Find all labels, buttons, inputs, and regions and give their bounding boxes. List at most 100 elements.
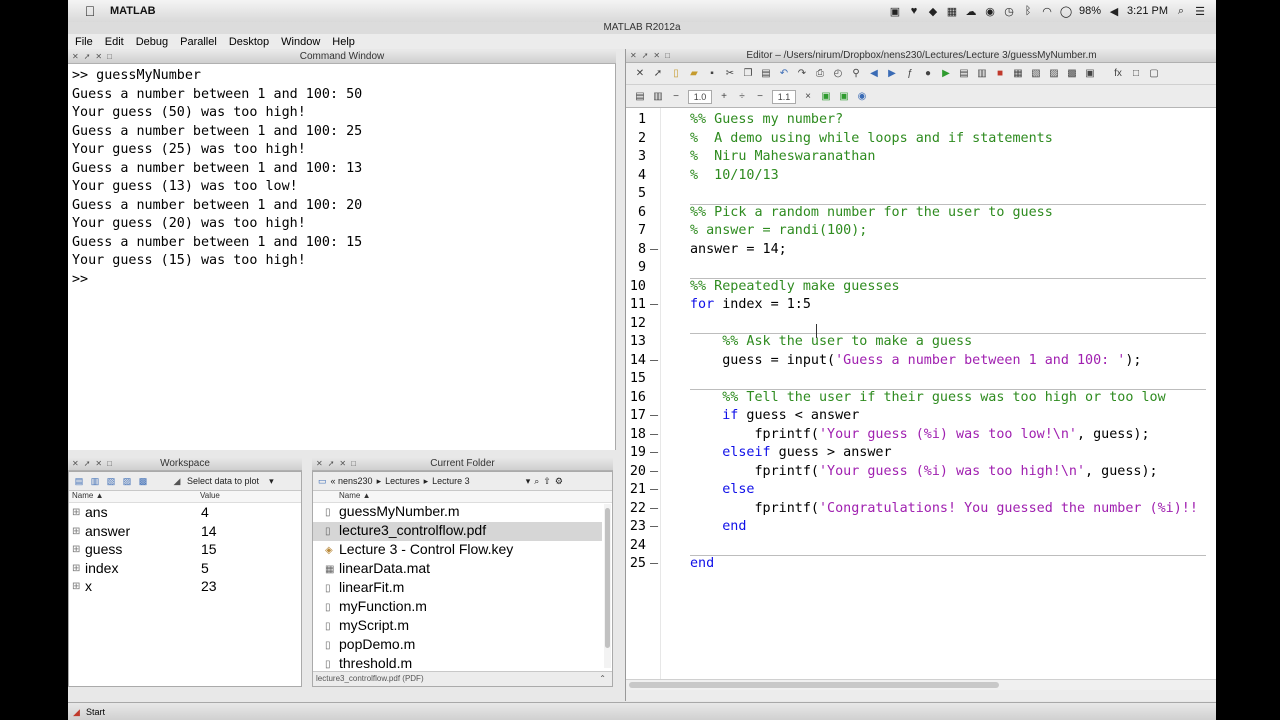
layout-icon[interactable]: ▧ (1030, 68, 1042, 80)
find-icon[interactable]: ⚲ (850, 68, 862, 80)
minus-icon[interactable]: − (754, 91, 766, 103)
breadcrumb-item[interactable]: Lectures (385, 476, 420, 486)
col-name[interactable]: Name ▲ (339, 491, 370, 500)
layout-icon[interactable]: ▩ (1066, 68, 1078, 80)
heart-icon[interactable]: ♥ (908, 5, 920, 17)
breakpoint-marker[interactable]: – (650, 555, 660, 574)
eval-cell-icon[interactable]: ▣ (820, 91, 832, 103)
app-name[interactable]: MATLAB (110, 5, 156, 17)
col-value[interactable]: Value (200, 491, 220, 500)
horizontal-scrollbar[interactable] (626, 679, 1216, 690)
wifi-icon[interactable]: ◠ (1041, 5, 1053, 18)
chevron-up-icon[interactable]: ⌃ (599, 672, 606, 686)
menu-file[interactable]: File (75, 36, 93, 48)
table-row[interactable]: ⊞ x 23 (69, 578, 301, 597)
code-line[interactable]: 23– end (626, 518, 1216, 537)
breakpoint-marker[interactable]: – (650, 500, 660, 519)
code-line[interactable]: 19– elseif guess > answer (626, 444, 1216, 463)
code-line[interactable]: 4 % 10/10/13 (626, 167, 1216, 186)
breakpoint-marker[interactable]: – (650, 241, 660, 260)
code-line[interactable]: 20– fprintf('Your guess (%i) was too hig… (626, 463, 1216, 482)
menu-window[interactable]: Window (281, 36, 320, 48)
open-variable-icon[interactable]: ▥ (89, 475, 101, 487)
paste-icon[interactable]: ▤ (760, 68, 772, 80)
list-item[interactable]: ▦ linearData.mat (313, 560, 602, 579)
breakpoint-marker[interactable]: – (650, 352, 660, 371)
scale-field[interactable]: 1.1 (772, 89, 796, 104)
command-window[interactable]: >> guessMyNumber Guess a number between … (68, 64, 616, 450)
window-icon[interactable]: □ (1130, 68, 1142, 80)
delete-icon[interactable]: ▩ (137, 475, 149, 487)
volume-icon[interactable]: ◀ (1108, 5, 1120, 18)
code-line[interactable]: 16 %% Tell the user if their guess was t… (626, 388, 1216, 408)
menu-edit[interactable]: Edit (105, 36, 124, 48)
code-line[interactable]: 5 (626, 185, 1216, 204)
code-line[interactable]: 9 (626, 259, 1216, 278)
table-row[interactable]: ⊞ answer 14 (69, 523, 301, 542)
scrollbar-thumb[interactable] (629, 682, 999, 688)
up-folder-icon[interactable]: ⇧ (543, 476, 551, 487)
list-item[interactable]: ▯ linearFit.m (313, 579, 602, 598)
breakpoint-marker[interactable]: – (650, 481, 660, 500)
breadcrumb-item[interactable]: Lecture 3 (432, 476, 470, 486)
breakpoint-marker[interactable]: – (650, 463, 660, 482)
breakpoint-marker[interactable]: – (650, 296, 660, 315)
undo-icon[interactable]: ↶ (778, 68, 790, 80)
list-item[interactable]: ▯ myScript.m (313, 617, 602, 636)
layout-icon[interactable]: ▨ (1048, 68, 1060, 80)
save-icon[interactable]: ▪ (706, 68, 718, 80)
new-variable-icon[interactable]: ▤ (73, 475, 85, 487)
table-row[interactable]: ⊞ guess 15 (69, 541, 301, 560)
arrow-icon[interactable]: ➚ (652, 68, 664, 80)
apple-icon[interactable]:  (82, 3, 98, 19)
code-line[interactable]: 1 %% Guess my number? (626, 111, 1216, 130)
command-prompt[interactable]: >> (72, 271, 615, 290)
toggle-icon[interactable]: ◯ (1060, 5, 1072, 18)
run-icon[interactable]: ▶ (940, 68, 952, 80)
spacing-field[interactable]: 1.0 (688, 89, 712, 104)
col-name[interactable]: Name ▲ (72, 491, 103, 500)
clock-text[interactable]: 3:21 PM (1127, 5, 1168, 17)
menu-parallel[interactable]: Parallel (180, 36, 217, 48)
cloud-icon[interactable]: ☁ (965, 5, 977, 18)
code-line[interactable]: 14– guess = input('Guess a number betwee… (626, 352, 1216, 371)
eval-advance-icon[interactable]: ▣ (838, 91, 850, 103)
chevron-down-icon[interactable]: ▾ (269, 476, 274, 487)
code-line[interactable]: 6 %% Pick a random number for the user to… (626, 203, 1216, 223)
select-data-to-plot[interactable]: Select data to plot (187, 476, 259, 486)
camera-icon[interactable]: ▣ (889, 5, 901, 18)
layout-icon[interactable]: ▣ (1084, 68, 1096, 80)
code-line[interactable]: 12 (626, 315, 1216, 334)
function-browser-icon[interactable]: ƒ (904, 68, 916, 80)
code-line[interactable]: 22– fprintf('Congratulations! You guesse… (626, 500, 1216, 519)
bluetooth-icon[interactable]: ᛒ (1022, 5, 1034, 17)
times-icon[interactable]: × (802, 91, 814, 103)
import-icon[interactable]: ▧ (105, 475, 117, 487)
list-icon[interactable]: ☰ (1194, 5, 1206, 18)
new-file-icon[interactable]: ▯ (670, 68, 682, 80)
code-line[interactable]: 17– if guess < answer (626, 407, 1216, 426)
code-line[interactable]: 15 (626, 370, 1216, 389)
back-icon[interactable]: ◀ (868, 68, 880, 80)
battery-level[interactable]: 98% (1079, 5, 1101, 17)
forward-icon[interactable]: ▶ (886, 68, 898, 80)
code-line[interactable]: 13 %% Ask the user to make a guess (626, 333, 1216, 352)
code-line[interactable]: 10 %% Repeatedly make guesses (626, 277, 1216, 297)
code-line[interactable]: 7 % answer = randi(100); (626, 222, 1216, 241)
grid-icon[interactable]: ▦ (946, 5, 958, 18)
list-item-selected[interactable]: ▯ lecture3_controlflow.pdf (313, 522, 602, 541)
search-icon[interactable]: ⌕ (1175, 5, 1187, 17)
code-line[interactable]: 8– answer = 14; (626, 241, 1216, 260)
minus-icon[interactable]: − (670, 91, 682, 103)
print-icon[interactable]: ⎙ (814, 68, 826, 80)
menu-help[interactable]: Help (332, 36, 355, 48)
goto-icon[interactable]: ◴ (832, 68, 844, 80)
breakpoint-marker[interactable]: – (650, 518, 660, 537)
breadcrumb-item[interactable]: « nens230 (331, 476, 373, 486)
step-icon[interactable]: ▤ (958, 68, 970, 80)
clock-icon[interactable]: ◷ (1003, 5, 1015, 18)
dropbox-icon[interactable]: ◆ (927, 5, 939, 18)
code-line[interactable]: 3 % Niru Maheswaranathan (626, 148, 1216, 167)
divide-icon[interactable]: ÷ (736, 91, 748, 103)
stop-icon[interactable]: ■ (994, 68, 1006, 80)
